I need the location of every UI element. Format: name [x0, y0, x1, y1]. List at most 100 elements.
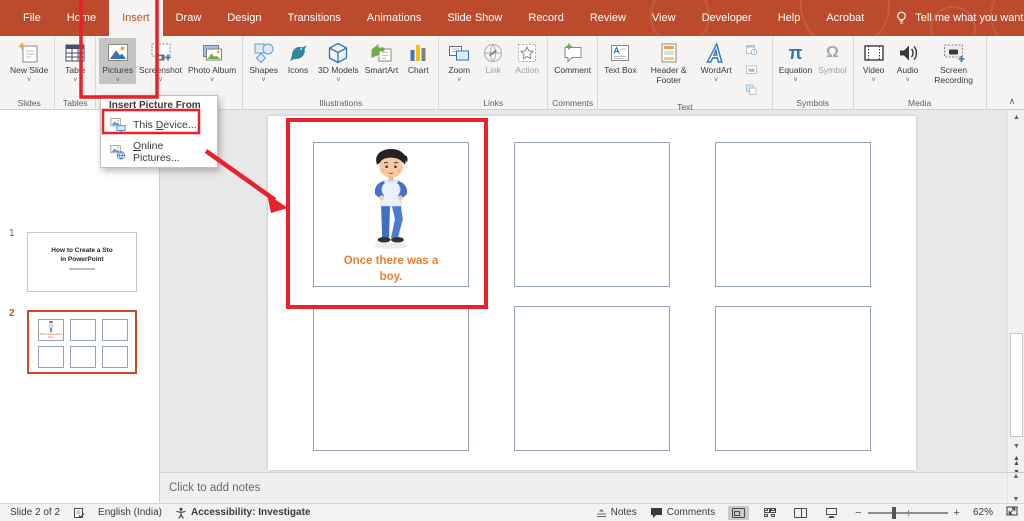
ribbon-button-header-footer[interactable]: Header & Footer [640, 38, 698, 86]
tab-review[interactable]: Review [577, 0, 639, 36]
ribbon-button-zoom[interactable]: Zoom˅ [442, 38, 476, 84]
video-icon [862, 40, 886, 66]
slide-box-5[interactable] [514, 306, 670, 451]
ribbon-button-pictures[interactable]: Pictures˅ [99, 38, 136, 84]
zoom-slider[interactable] [868, 512, 948, 514]
status-bar: Slide 2 of 2 English (India) Accessibili… [0, 503, 1024, 521]
tab-acrobat[interactable]: Acrobat [813, 0, 877, 36]
zoom-in-icon[interactable]: + [954, 507, 960, 519]
scroll-up-icon[interactable]: ▲ [1009, 111, 1024, 125]
ribbon-button-comment[interactable]: Comment [551, 38, 594, 76]
language-indicator[interactable]: English (India) [98, 507, 162, 518]
tab-file[interactable]: File [10, 0, 54, 36]
slide-box-3[interactable] [715, 142, 871, 287]
tab-design[interactable]: Design [214, 0, 274, 36]
chevron-down-icon: ˅ [27, 77, 31, 84]
zoom-slider-handle[interactable] [892, 507, 896, 519]
slide-caption[interactable]: Once there was a boy. [344, 253, 439, 286]
ribbon-button-video[interactable]: Video˅ [857, 38, 891, 84]
menu-item-this-device[interactable]: This Device... [101, 113, 217, 137]
tab-slide-show[interactable]: Slide Show [434, 0, 515, 36]
ribbon-group-slides: New Slide˅Slides [4, 36, 55, 109]
ribbon-group-label: Illustrations [246, 97, 435, 109]
scroll-down-icon[interactable]: ▼ [1009, 440, 1024, 454]
ribbon-button-new-slide[interactable]: New Slide˅ [7, 38, 51, 84]
menu-item-online-pictures[interactable]: Online Pictures... [101, 137, 217, 167]
ribbon-button-audio[interactable]: Audio˅ [891, 38, 925, 84]
tell-me-search[interactable]: Tell me what you want to do [895, 11, 1024, 26]
slideshow-button[interactable] [821, 506, 842, 520]
ribbon-button-equation[interactable]: πEquation˅ [776, 38, 816, 84]
ribbon-button-label: Pictures [102, 66, 133, 76]
ribbon-button-label: SmartArt [365, 66, 399, 76]
date-time-icon[interactable] [745, 43, 758, 61]
ribbon-button-link[interactable]: Link [476, 38, 510, 76]
tab-help[interactable]: Help [765, 0, 814, 36]
tab-transitions[interactable]: Transitions [275, 0, 354, 36]
ribbon-button-table[interactable]: Table˅ [58, 38, 92, 84]
ribbon-button-shapes[interactable]: Shapes˅ [246, 38, 281, 84]
slide-2-thumbnail[interactable]: Once there was aboy. [27, 310, 137, 374]
ribbon-tab-bar: FileHomeInsertDrawDesignTransitionsAnima… [0, 0, 877, 36]
table-icon [63, 40, 87, 66]
slide-canvas[interactable]: Once there was a boy. [268, 116, 916, 470]
ribbon-group-symbols: πEquation˅ΩSymbolSymbols [773, 36, 854, 109]
chart-icon [406, 40, 430, 66]
slide-number-icon[interactable] [745, 63, 758, 81]
ribbon-button-chart[interactable]: Chart [401, 38, 435, 76]
slide-sorter-button[interactable] [759, 506, 780, 520]
slide-1-thumbnail[interactable]: How to Create a Sto in PowerPoint [27, 232, 137, 292]
slide-2-minigrid: Once there was aboy. [29, 312, 135, 372]
scrollbar-thumb[interactable] [1010, 333, 1023, 437]
comments-toggle-button[interactable]: Comments [650, 507, 715, 518]
notes-scrollbar[interactable]: ▲▼ [1007, 473, 1024, 503]
slide-editing-area[interactable]: Once there was a boy. [160, 110, 1007, 472]
chevron-down-icon: ˅ [793, 77, 797, 84]
ribbon-button-3d-models[interactable]: 3D Models˅ [315, 38, 362, 84]
ribbon-button-photo-album[interactable]: Photo Album˅ [185, 38, 239, 84]
tab-home[interactable]: Home [54, 0, 109, 36]
tab-record[interactable]: Record [515, 0, 576, 36]
slide-box-2[interactable] [514, 142, 670, 287]
tab-animations[interactable]: Animations [354, 0, 434, 36]
ribbon-button-screen-recording[interactable]: Screen Recording [925, 38, 983, 86]
zoom-level[interactable]: 62% [973, 507, 993, 518]
shapes-icon [252, 40, 276, 66]
online-pictures-icon [109, 143, 127, 161]
ribbon-button-label: WordArt [701, 66, 732, 76]
tab-insert[interactable]: Insert [109, 0, 163, 36]
icons-icon [286, 40, 310, 66]
tab-view[interactable]: View [639, 0, 689, 36]
ribbon-button-screenshot[interactable]: Screenshot˅ [136, 38, 185, 84]
notes-toggle-button[interactable]: Notes [596, 507, 637, 518]
ribbon-button-smartart[interactable]: SmartArt [362, 38, 402, 76]
ribbon-button-text-box[interactable]: Text Box [601, 38, 640, 76]
comment-icon [561, 40, 585, 66]
notes-pane[interactable]: Click to add notes ▲▼ [160, 472, 1024, 503]
previous-slide-button[interactable]: ▲▲ [1009, 456, 1024, 468]
wordart-icon [704, 40, 728, 66]
ribbon-button-action[interactable]: Action [510, 38, 544, 76]
vertical-scrollbar[interactable]: ▲ ▼ ▲▲ ▼▼ [1007, 110, 1024, 472]
ribbon-button-label: Header & Footer [643, 66, 695, 86]
ribbon-button-wordart[interactable]: WordArt˅ [698, 38, 735, 84]
ribbon-button-label: Photo Album [188, 66, 236, 76]
accessibility-status[interactable]: Accessibility: Investigate [175, 507, 311, 519]
tab-developer[interactable]: Developer [689, 0, 765, 36]
slide-box-1[interactable]: Once there was a boy. [313, 142, 469, 287]
tab-draw[interactable]: Draw [163, 0, 215, 36]
proofing-icon[interactable] [73, 507, 85, 519]
normal-view-button[interactable] [728, 506, 749, 520]
zoom-out-icon[interactable]: − [855, 507, 861, 519]
ribbon-button-symbol[interactable]: ΩSymbol [815, 38, 849, 76]
collapse-ribbon-button[interactable]: ∧ [1004, 96, 1020, 107]
reading-view-button[interactable] [790, 506, 811, 520]
ribbon-button-label: Comment [554, 66, 591, 76]
chevron-down-icon: ˅ [714, 77, 718, 84]
object-icon[interactable] [745, 83, 758, 101]
ribbon-button-icons[interactable]: Icons [281, 38, 315, 76]
slide-box-6[interactable] [715, 306, 871, 451]
fit-slide-to-window-icon[interactable] [1006, 505, 1018, 520]
slide-box-4[interactable] [313, 306, 469, 451]
ribbon-button-insert-object-stack[interactable] [735, 38, 769, 101]
